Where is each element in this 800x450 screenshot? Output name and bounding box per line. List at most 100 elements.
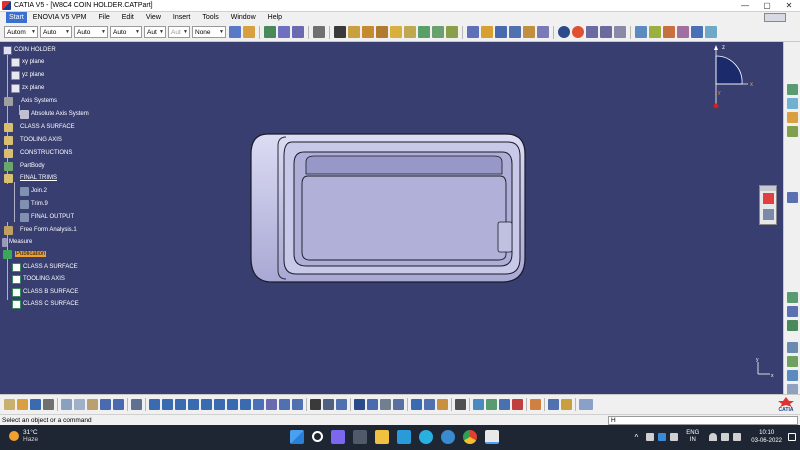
fit-all-icon[interactable]	[162, 399, 173, 410]
parameters-icon[interactable]	[393, 399, 404, 410]
environment-icon[interactable]	[705, 26, 717, 38]
tree-node-pub-class-b[interactable]: CLASS B SURFACE	[12, 287, 78, 297]
multi-section-icon[interactable]	[787, 126, 798, 137]
fill-icon[interactable]	[467, 26, 479, 38]
shape-icon[interactable]	[787, 84, 798, 95]
iso-view-icon[interactable]	[253, 399, 264, 410]
draft-analysis-icon[interactable]	[663, 26, 675, 38]
wifi-icon[interactable]	[709, 433, 718, 441]
surface-icon[interactable]	[787, 98, 798, 109]
connect-checker-icon[interactable]	[691, 26, 703, 38]
new-icon[interactable]	[4, 399, 15, 410]
paste-icon[interactable]	[87, 399, 98, 410]
tree-node-constructions[interactable]: CONSTRUCTIONS	[4, 148, 72, 158]
print-icon[interactable]	[43, 399, 54, 410]
normal-view-icon[interactable]	[227, 399, 238, 410]
knowledge-icon[interactable]	[336, 399, 347, 410]
learn-app-icon[interactable]	[397, 430, 411, 444]
swap-visible-icon[interactable]	[292, 399, 303, 410]
teams-chat-icon[interactable]	[331, 430, 345, 444]
taskbar-clock[interactable]: 10:10 03-06-2022	[751, 429, 782, 445]
chrome-icon[interactable]	[463, 430, 477, 444]
split-icon[interactable]	[509, 26, 521, 38]
eraser-icon[interactable]	[579, 399, 593, 410]
extrude-icon[interactable]	[418, 26, 430, 38]
menu-file[interactable]: File	[92, 12, 115, 23]
format-painter-icon[interactable]	[229, 26, 241, 38]
join-icon[interactable]	[495, 26, 507, 38]
rotate-view-icon[interactable]	[188, 399, 199, 410]
rotate-icon[interactable]	[572, 26, 584, 38]
tree-node-free-form-analysis[interactable]: Free Form Analysis.1	[4, 225, 77, 235]
tree-node-trim9[interactable]: Trim.9	[20, 199, 48, 209]
select-icon[interactable]	[278, 26, 290, 38]
annotation-icon[interactable]	[323, 399, 334, 410]
search-icon[interactable]	[312, 431, 323, 442]
menu-tools[interactable]: Tools	[196, 12, 224, 23]
whats-this-icon[interactable]	[131, 399, 142, 410]
volume-icon[interactable]	[721, 433, 730, 441]
task-view-icon[interactable]	[353, 430, 367, 444]
menu-view[interactable]: View	[140, 12, 167, 23]
tree-node-pub-class-a[interactable]: CLASS A SURFACE	[12, 262, 78, 272]
shading-icon[interactable]	[266, 399, 277, 410]
save-icon[interactable]	[30, 399, 41, 410]
transparency-combo[interactable]: Auto ▼	[40, 26, 72, 38]
scale-icon[interactable]	[600, 26, 612, 38]
battery-status-icon[interactable]	[733, 433, 742, 441]
compass-widget[interactable]: z x y	[702, 42, 762, 112]
pattern-icon[interactable]	[787, 356, 798, 367]
tree-node-zx-plane[interactable]: zx plane	[11, 83, 44, 93]
linetype-combo[interactable]: Auto ▼	[110, 26, 142, 38]
menu-insert[interactable]: Insert	[167, 12, 197, 23]
lock-icon[interactable]	[437, 399, 448, 410]
image-icon[interactable]	[763, 209, 774, 220]
pan-icon[interactable]	[175, 399, 186, 410]
tree-node-join2[interactable]: Join.2	[20, 186, 47, 196]
onedrive-icon[interactable]	[646, 433, 655, 441]
tree-node-pub-tooling[interactable]: TOOLING AXIS	[12, 274, 65, 284]
tree-node-publication[interactable]: Publication	[3, 249, 47, 259]
color-picker-icon[interactable]	[530, 399, 541, 410]
repetition-icon[interactable]	[787, 370, 798, 381]
battery-icon[interactable]	[670, 433, 679, 441]
catia-taskbar-icon[interactable]	[485, 430, 499, 444]
extract-icon[interactable]	[537, 26, 549, 38]
coin-holder-part[interactable]	[248, 130, 528, 286]
copy-icon[interactable]	[74, 399, 85, 410]
open-icon[interactable]	[17, 399, 28, 410]
symmetry-icon[interactable]	[614, 26, 626, 38]
tree-node-partbody[interactable]: PartBody	[4, 161, 45, 171]
tree-node-xy-plane[interactable]: xy plane	[11, 57, 44, 67]
table-icon[interactable]	[367, 399, 378, 410]
sweep-icon[interactable]	[446, 26, 458, 38]
command-input[interactable]: H	[608, 415, 798, 425]
3d-viewport[interactable]: COIN HOLDER xy plane yz plane zx plane A…	[0, 42, 783, 394]
menu-window[interactable]: Window	[225, 12, 262, 23]
fly-mode-icon[interactable]	[149, 399, 160, 410]
language-indicator[interactable]: ENG IN	[686, 430, 699, 444]
light-icon[interactable]	[499, 399, 510, 410]
redo-icon[interactable]	[113, 399, 124, 410]
color-combo[interactable]: Autom ▼	[4, 26, 38, 38]
tree-node-class-a-surface[interactable]: CLASS A SURFACE	[4, 122, 75, 132]
floppy-icon[interactable]	[411, 399, 422, 410]
file-explorer-icon[interactable]	[375, 430, 389, 444]
rendering-style-combo[interactable]: Aut ▼	[168, 26, 190, 38]
curvature-icon[interactable]	[677, 26, 689, 38]
edge-icon[interactable]	[419, 430, 433, 444]
grid-icon[interactable]	[292, 26, 304, 38]
spline-icon[interactable]	[404, 26, 416, 38]
projection-icon[interactable]	[376, 26, 388, 38]
curve-icon[interactable]	[390, 26, 402, 38]
tree-node-yz-plane[interactable]: yz plane	[11, 70, 44, 80]
render-icon[interactable]	[512, 399, 523, 410]
tree-node-final-trims[interactable]: FINAL TRIMS	[4, 173, 57, 183]
tree-node-measure[interactable]: Measure	[2, 237, 32, 247]
offset-icon[interactable]	[787, 112, 798, 123]
tree-node-tooling-axis[interactable]: TOOLING AXIS	[4, 135, 62, 145]
menu-enovia[interactable]: ENOVIA V5 VPM	[27, 12, 93, 23]
tree-node-axis-systems[interactable]: Axis Systems	[4, 96, 57, 106]
cut-icon[interactable]	[61, 399, 72, 410]
tray-chevron-icon[interactable]: ^	[635, 433, 639, 442]
